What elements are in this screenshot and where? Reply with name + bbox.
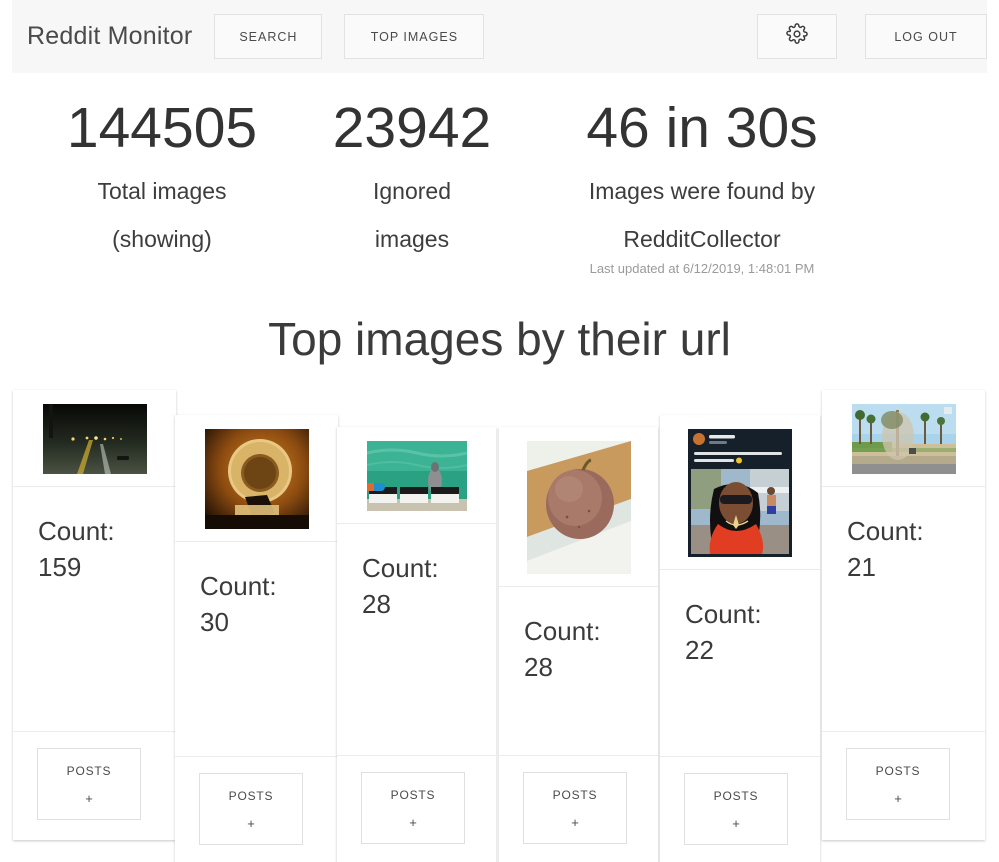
- posts-button-label: POSTS: [66, 764, 112, 778]
- stat-ignored-images: 23942 Ignored images: [312, 95, 512, 276]
- night-road-thumbnail: [42, 404, 147, 474]
- stat-total-images: 144505 Total images (showing): [12, 95, 312, 276]
- posts-expand-button[interactable]: POSTS +: [846, 748, 950, 820]
- card-actions: POSTS +: [660, 757, 820, 862]
- stat-total-images-label2: (showing): [112, 226, 212, 252]
- card-media: [13, 390, 176, 487]
- expand-plus-icon: +: [571, 815, 579, 830]
- posts-button-label: POSTS: [390, 788, 436, 802]
- card-count: Count: 21: [822, 487, 985, 732]
- card-actions: POSTS +: [499, 756, 658, 862]
- stat-collector-rate-label2: RedditCollector: [623, 226, 781, 252]
- recycling-bins-by-water-thumbnail: [366, 441, 467, 511]
- card-count-value: 22: [685, 635, 714, 665]
- image-card[interactable]: Count: 28 POSTS +: [337, 427, 496, 862]
- stat-total-images-value: 144505: [66, 96, 258, 160]
- gear-icon: [786, 23, 808, 50]
- card-actions: POSTS +: [175, 757, 338, 862]
- expand-plus-icon: +: [894, 791, 902, 806]
- settings-button[interactable]: [757, 14, 837, 59]
- posts-button-label: POSTS: [875, 764, 921, 778]
- card-count-label: Count:: [847, 516, 924, 546]
- posts-expand-button[interactable]: POSTS +: [684, 773, 788, 845]
- stat-total-images-label: Total images: [97, 178, 227, 204]
- stats-row: 144505 Total images (showing) 23942 Igno…: [0, 95, 999, 276]
- top-images-button-label: TOP IMAGES: [370, 29, 459, 44]
- posts-expand-button[interactable]: POSTS +: [37, 748, 141, 820]
- app-title: Reddit Monitor: [27, 22, 193, 50]
- card-count-label: Count:: [685, 599, 762, 629]
- section-title: Top images by their url: [268, 313, 731, 365]
- expand-plus-icon: +: [85, 791, 93, 806]
- card-media: [660, 415, 820, 570]
- card-actions: POSTS +: [337, 756, 496, 862]
- card-count-label: Count:: [362, 553, 439, 583]
- stat-ignored-images-label: Ignored: [372, 178, 451, 204]
- brass-ring-on-wood-thumbnail: [204, 429, 309, 529]
- card-count-value: 159: [38, 552, 82, 582]
- card-count-label: Count:: [38, 516, 115, 546]
- card-count-label: Count:: [524, 616, 601, 646]
- app-toolbar: Reddit Monitor SEARCH TOP IMAGES LOG OUT: [12, 0, 987, 73]
- image-card[interactable]: Count: 28 POSTS +: [499, 427, 658, 862]
- app-root: Reddit Monitor SEARCH TOP IMAGES LOG OUT…: [0, 0, 999, 862]
- top-images-grid: Count: 159 POSTS + Count: 30 POSTS + Cou…: [0, 390, 999, 862]
- image-card[interactable]: Count: 159 POSTS +: [13, 390, 176, 840]
- card-count-value: 30: [200, 607, 229, 637]
- posts-button-label: POSTS: [228, 789, 274, 803]
- stat-collector-rate-value: 46 in 30s: [586, 96, 818, 160]
- logout-button[interactable]: LOG OUT: [865, 14, 987, 59]
- logout-button-label: LOG OUT: [894, 29, 958, 44]
- card-count-value: 28: [524, 652, 553, 682]
- card-media: [175, 415, 338, 542]
- image-card[interactable]: Count: 22 POSTS +: [660, 415, 820, 862]
- brown-apple-on-ledge-thumbnail: [526, 441, 631, 574]
- top-images-button[interactable]: TOP IMAGES: [344, 14, 485, 59]
- stat-collector-rate: 46 in 30s Images were found by RedditCol…: [537, 95, 867, 276]
- card-count-value: 28: [362, 589, 391, 619]
- stat-ignored-images-label2: images: [374, 226, 450, 252]
- card-count: Count: 28: [337, 524, 496, 756]
- card-count: Count: 28: [499, 587, 658, 756]
- card-media: [822, 390, 985, 487]
- posts-expand-button[interactable]: POSTS +: [199, 773, 303, 845]
- expand-plus-icon: +: [247, 816, 255, 831]
- card-count: Count: 159: [13, 487, 176, 732]
- card-count: Count: 22: [660, 570, 820, 757]
- posts-button-label: POSTS: [713, 789, 759, 803]
- image-card[interactable]: Count: 30 POSTS +: [175, 415, 338, 862]
- card-media: [337, 427, 496, 524]
- card-actions: POSTS +: [13, 732, 176, 840]
- card-media: [499, 427, 658, 587]
- image-card[interactable]: Count: 21 POSTS +: [822, 390, 985, 840]
- expand-plus-icon: +: [409, 815, 417, 830]
- card-count: Count: 30: [175, 542, 338, 757]
- posts-button-label: POSTS: [552, 788, 598, 802]
- expand-plus-icon: +: [732, 816, 740, 831]
- stat-collector-rate-label: Images were found by: [588, 178, 816, 204]
- search-button-label: SEARCH: [239, 29, 298, 44]
- card-count-label: Count:: [200, 571, 277, 601]
- posts-expand-button[interactable]: POSTS +: [523, 772, 627, 844]
- social-post-woman-red-top-thumbnail: [688, 429, 792, 557]
- search-button[interactable]: SEARCH: [214, 14, 323, 59]
- card-actions: POSTS +: [822, 732, 985, 840]
- last-updated-text: Last updated at 6/12/2019, 1:48:01 PM: [589, 261, 815, 276]
- posts-expand-button[interactable]: POSTS +: [361, 772, 465, 844]
- park-palm-trees-thumbnail: [851, 404, 956, 474]
- card-count-value: 21: [847, 552, 876, 582]
- stat-ignored-images-value: 23942: [332, 96, 492, 160]
